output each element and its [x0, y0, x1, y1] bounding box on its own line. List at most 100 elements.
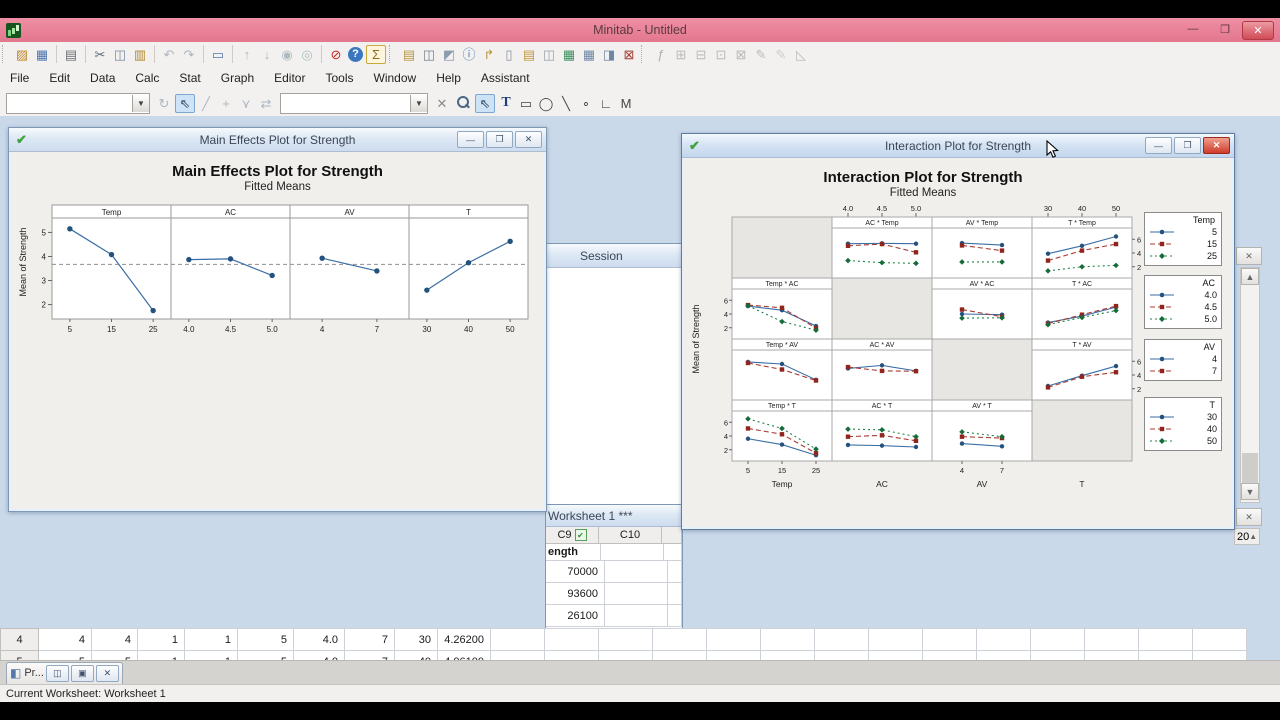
- scroll-thumb[interactable]: [1242, 453, 1258, 483]
- toolbar-grip[interactable]: [389, 45, 395, 63]
- show-history-icon[interactable]: ↱: [480, 46, 498, 63]
- row-header[interactable]: 4: [0, 628, 39, 651]
- window-restore-button[interactable]: ◫: [45, 664, 69, 682]
- worksheet-cell[interactable]: 4.0: [293, 628, 345, 651]
- update-graph-icon[interactable]: ↻: [155, 95, 173, 112]
- worksheet-titlebar[interactable]: Worksheet 1 ***: [546, 505, 682, 527]
- worksheet-cell[interactable]: [490, 628, 545, 651]
- worksheet-cell[interactable]: [1138, 628, 1193, 651]
- show-session-window-icon[interactable]: ▤: [400, 46, 418, 63]
- pan-icon[interactable]: ╱: [197, 95, 215, 112]
- brush-points-icon[interactable]: ✎: [772, 46, 790, 63]
- window-minimize-button[interactable]: —: [457, 131, 484, 148]
- assign-formula-icon[interactable]: ƒ: [652, 46, 670, 63]
- chevron-down-icon[interactable]: ▼: [410, 94, 427, 112]
- tile-windows-icon[interactable]: ◫: [420, 46, 438, 63]
- swap-icon[interactable]: ⇄: [257, 95, 275, 112]
- graph-item-combobox-input[interactable]: [7, 95, 132, 111]
- worksheet-cell[interactable]: 1: [184, 628, 238, 651]
- scroll-up-icon[interactable]: ▲: [1249, 532, 1257, 541]
- toolbar-grip[interactable]: [641, 45, 647, 63]
- annotation-select-icon[interactable]: ⇖: [475, 93, 495, 113]
- menu-stat[interactable]: Stat: [169, 67, 210, 89]
- print-icon[interactable]: ▤: [62, 46, 80, 63]
- window-restore-button[interactable]: ❒: [486, 131, 513, 148]
- window-close-button[interactable]: ✕: [515, 131, 542, 148]
- polyline-tool-icon[interactable]: ∟: [597, 95, 615, 112]
- rectangle-tool-icon[interactable]: ▭: [517, 95, 535, 112]
- select-item-icon[interactable]: ⋎: [237, 95, 255, 112]
- worksheet-cell[interactable]: 4.26200: [437, 628, 491, 651]
- cascade-windows-icon[interactable]: ◩: [440, 46, 458, 63]
- worksheet-cell[interactable]: [976, 628, 1031, 651]
- worksheet-cell[interactable]: [652, 628, 707, 651]
- variable-name-cell[interactable]: ength: [546, 544, 601, 561]
- insert-columns-icon[interactable]: ⊡: [712, 46, 730, 63]
- show-report-pad-icon[interactable]: ▯: [500, 46, 518, 63]
- window-minimize-button[interactable]: —: [1145, 137, 1172, 154]
- worksheet-cell[interactable]: [1192, 628, 1247, 651]
- save-project-icon[interactable]: ▦: [33, 46, 51, 63]
- menu-editor[interactable]: Editor: [264, 67, 315, 89]
- column-header-c20-fragment[interactable]: 20 ▲: [1234, 528, 1260, 545]
- next-command-icon[interactable]: ↓: [258, 46, 276, 63]
- previous-command-icon[interactable]: ↑: [238, 46, 256, 63]
- clear-annotation-icon[interactable]: ✕: [433, 95, 451, 112]
- menu-window[interactable]: Window: [364, 67, 427, 89]
- undo-icon[interactable]: ↶: [160, 46, 178, 63]
- window-restore-button[interactable]: ❒: [1174, 137, 1201, 154]
- app-titlebar[interactable]: Minitab - Untitled — ❒ ✕: [0, 18, 1280, 42]
- worksheet-close-button[interactable]: ✕: [1236, 508, 1262, 526]
- worksheet-cell[interactable]: [598, 628, 653, 651]
- line-tool-icon[interactable]: ╲: [557, 95, 575, 112]
- find-icon[interactable]: ◉: [278, 46, 296, 63]
- interaction-titlebar[interactable]: ✔ Interaction Plot for Strength — ❒ ✕: [682, 134, 1234, 158]
- worksheet-cell[interactable]: 1: [137, 628, 185, 651]
- worksheet-window-fragment[interactable]: Worksheet 1 *** C9 ✔ C10 ength 70000 9360…: [545, 504, 683, 630]
- worksheet-cell[interactable]: 7: [344, 628, 395, 651]
- show-project-manager-icon[interactable]: ◨: [600, 46, 618, 63]
- stat-guide-icon[interactable]: Σ: [366, 44, 386, 64]
- worksheet-cell[interactable]: [760, 628, 815, 651]
- main-effects-window[interactable]: ✔ Main Effects Plot for Strength — ❒ ✕ M…: [8, 127, 547, 512]
- scroll-down-icon[interactable]: ▼: [1241, 483, 1259, 500]
- session-vscrollbar[interactable]: ▲ ▼: [1240, 267, 1260, 503]
- window-maximize-button[interactable]: ▣: [70, 664, 94, 682]
- menu-calc[interactable]: Calc: [125, 67, 169, 89]
- session-titlebar[interactable]: Session: [546, 244, 682, 268]
- help-icon[interactable]: ?: [348, 46, 363, 62]
- zoom-icon[interactable]: [455, 95, 471, 111]
- worksheet-cell[interactable]: [544, 628, 599, 651]
- app-minimize-button[interactable]: —: [1178, 21, 1208, 38]
- app-close-button[interactable]: ✕: [1242, 20, 1274, 40]
- worksheet-cell[interactable]: [814, 628, 869, 651]
- menu-graph[interactable]: Graph: [211, 67, 264, 89]
- menu-file[interactable]: File: [0, 67, 39, 89]
- edit-points-icon[interactable]: ✎: [752, 46, 770, 63]
- window-close-button[interactable]: ✕: [95, 664, 119, 682]
- menu-assistant[interactable]: Assistant: [471, 67, 540, 89]
- find-next-icon[interactable]: ◎: [298, 46, 316, 63]
- marker-tool-icon[interactable]: ∘: [577, 95, 595, 112]
- worksheet-cell[interactable]: 4: [38, 628, 92, 651]
- duplicate-window-icon[interactable]: ◫: [540, 46, 558, 63]
- select-mode-icon[interactable]: ⇖: [175, 93, 195, 113]
- project-manager-minimized[interactable]: ◧ Pr... ◫ ▣ ✕: [6, 661, 123, 685]
- worksheet-cell[interactable]: 5: [237, 628, 294, 651]
- erase-annotation-icon[interactable]: ◺: [792, 46, 810, 63]
- text-tool-icon[interactable]: T: [497, 95, 515, 112]
- worksheet-cell[interactable]: [1030, 628, 1085, 651]
- show-worksheets-folder-icon[interactable]: ▦: [560, 46, 578, 63]
- app-maximize-button[interactable]: ❒: [1210, 21, 1240, 38]
- menu-tools[interactable]: Tools: [315, 67, 363, 89]
- insert-cells-icon[interactable]: ⊞: [672, 46, 690, 63]
- interaction-window[interactable]: ✔ Interaction Plot for Strength — ❒ ✕ In…: [681, 133, 1235, 530]
- worksheet-cell[interactable]: 26100: [546, 605, 605, 627]
- ellipse-tool-icon[interactable]: ◯: [537, 95, 555, 112]
- move-columns-icon[interactable]: ⊠: [732, 46, 750, 63]
- session-window[interactable]: Session: [545, 243, 683, 506]
- toolbar-grip[interactable]: [2, 45, 8, 63]
- worksheet-cell[interactable]: [1084, 628, 1139, 651]
- cancel-icon[interactable]: ⊘: [327, 46, 345, 63]
- menu-data[interactable]: Data: [80, 67, 125, 89]
